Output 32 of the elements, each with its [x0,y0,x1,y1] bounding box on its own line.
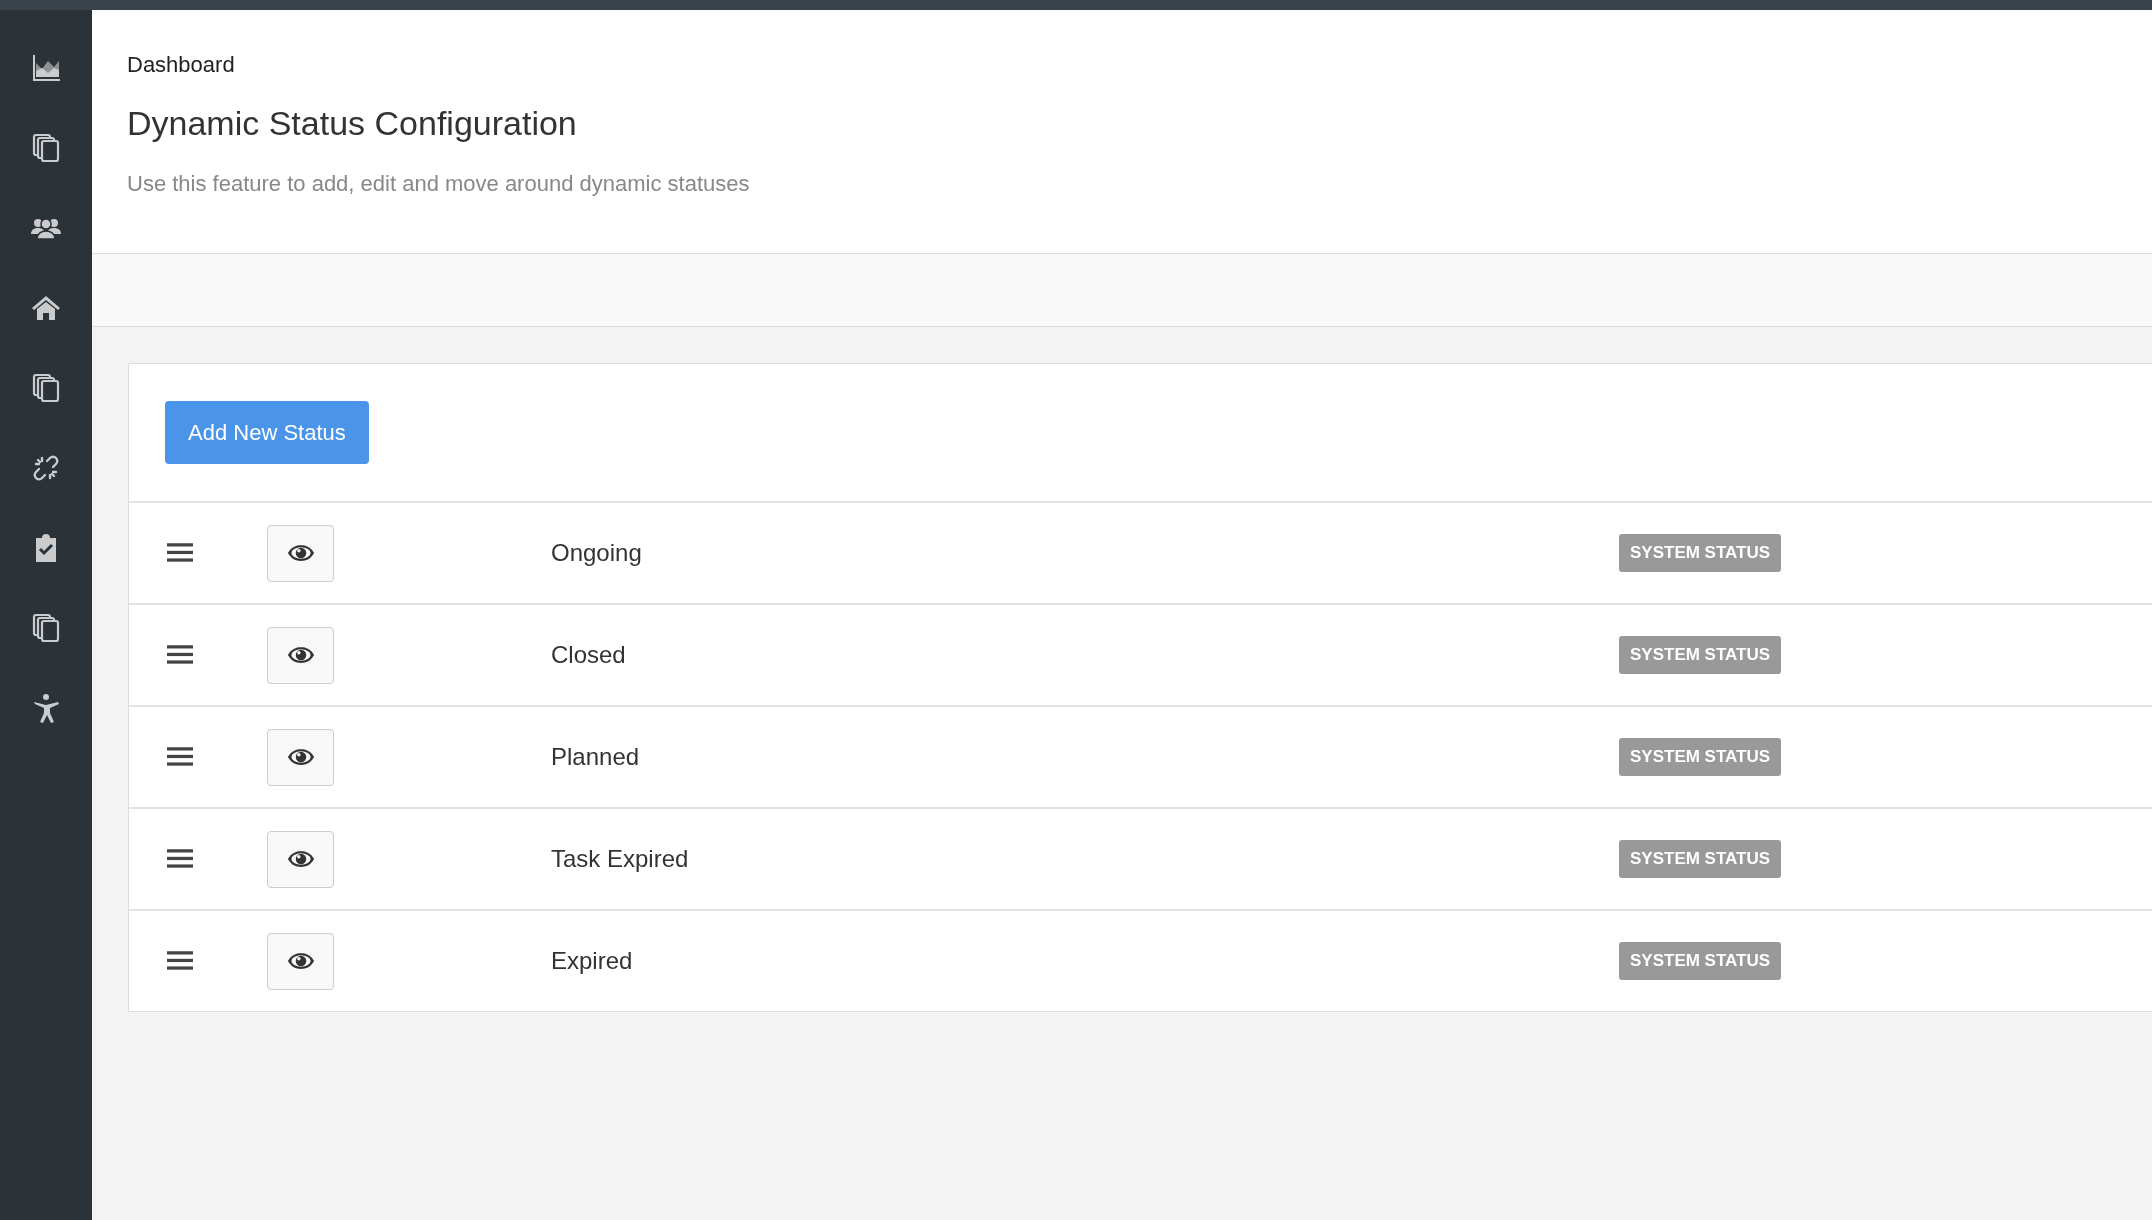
breadcrumb-link[interactable]: Dashboard [127,52,2152,78]
system-status-badge: SYSTEM STATUS [1619,738,1782,776]
drag-handle-icon[interactable] [167,849,193,869]
copy-icon[interactable] [30,612,62,644]
drag-handle-icon[interactable] [167,747,193,767]
area-chart-icon[interactable] [30,52,62,84]
visibility-toggle-button[interactable] [267,626,334,684]
page-title: Dynamic Status Configuration [127,104,578,143]
status-name: Expired [551,947,634,975]
status-name: Ongoing [551,539,643,567]
status-name: Planned [551,743,641,771]
status-name: Closed [551,641,627,669]
drag-handle-icon[interactable] [167,951,193,971]
eye-icon [286,952,315,970]
copy-icon[interactable] [30,132,62,164]
eye-icon [286,748,315,766]
eye-icon [286,646,315,664]
system-status-badge: SYSTEM STATUS [1619,840,1782,878]
visibility-toggle-button[interactable] [267,932,334,990]
copy-icon[interactable] [30,372,62,404]
system-status-badge: SYSTEM STATUS [1619,942,1782,980]
drag-handle-icon[interactable] [167,645,193,665]
eye-icon [286,850,315,868]
eye-icon [286,544,315,562]
page-subtitle: Use this feature to add, edit and move around dynamic statuses [127,171,751,197]
visibility-toggle-button[interactable] [267,728,334,786]
system-status-badge: SYSTEM STATUS [1619,534,1782,572]
visibility-toggle-button[interactable] [267,524,334,582]
visibility-toggle-button[interactable] [267,830,334,888]
status-name: Task Expired [551,845,690,873]
drag-handle-icon[interactable] [167,543,193,563]
system-status-badge: SYSTEM STATUS [1619,636,1782,674]
